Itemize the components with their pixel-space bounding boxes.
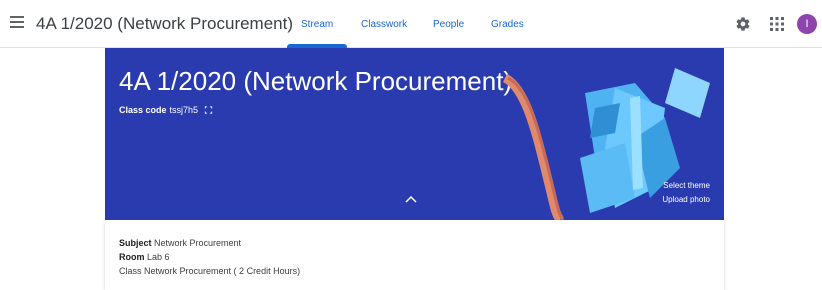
banner-title: 4A 1/2020 (Network Procurement)	[119, 66, 513, 96]
tab-classwork[interactable]: Classwork	[361, 19, 407, 30]
tab-grades[interactable]: Grades	[491, 19, 524, 30]
upload-photo-link[interactable]: Upload photo	[662, 195, 710, 204]
class-banner: 4A 1/2020 (Network Procurement) Class co…	[105, 48, 724, 220]
subject-row: Subject Network Procurement	[119, 238, 241, 248]
class-details-card: Subject Network Procurement Room Lab 6 C…	[105, 220, 724, 290]
chevron-up-icon[interactable]	[405, 194, 417, 204]
room-label: Room	[119, 252, 145, 262]
subject-value: Network Procurement	[154, 238, 242, 248]
tab-stream[interactable]: Stream	[301, 19, 333, 30]
class-value: Network Procurement ( 2 Credit Hours)	[144, 266, 301, 276]
class-code-row: Class code tssj7h5	[119, 105, 213, 115]
avatar[interactable]: I	[797, 14, 817, 34]
class-code-label: Class code	[119, 105, 167, 115]
gear-icon[interactable]	[735, 16, 751, 32]
class-label: Class	[119, 266, 142, 276]
tab-people[interactable]: People	[433, 19, 464, 30]
subject-label: Subject	[119, 238, 152, 248]
apps-grid-icon[interactable]	[770, 17, 784, 31]
class-title[interactable]: 4A 1/2020 (Network Procurement)	[36, 14, 293, 34]
class-code-value: tssj7h5	[169, 105, 199, 115]
room-value: Lab 6	[147, 252, 170, 262]
hamburger-menu-icon[interactable]	[10, 16, 24, 30]
fullscreen-icon[interactable]	[204, 106, 213, 114]
select-theme-link[interactable]: Select theme	[663, 181, 710, 190]
top-app-bar: 4A 1/2020 (Network Procurement) Stream C…	[0, 0, 822, 48]
room-row: Room Lab 6	[119, 252, 170, 262]
class-row: Class Network Procurement ( 2 Credit Hou…	[119, 266, 300, 276]
